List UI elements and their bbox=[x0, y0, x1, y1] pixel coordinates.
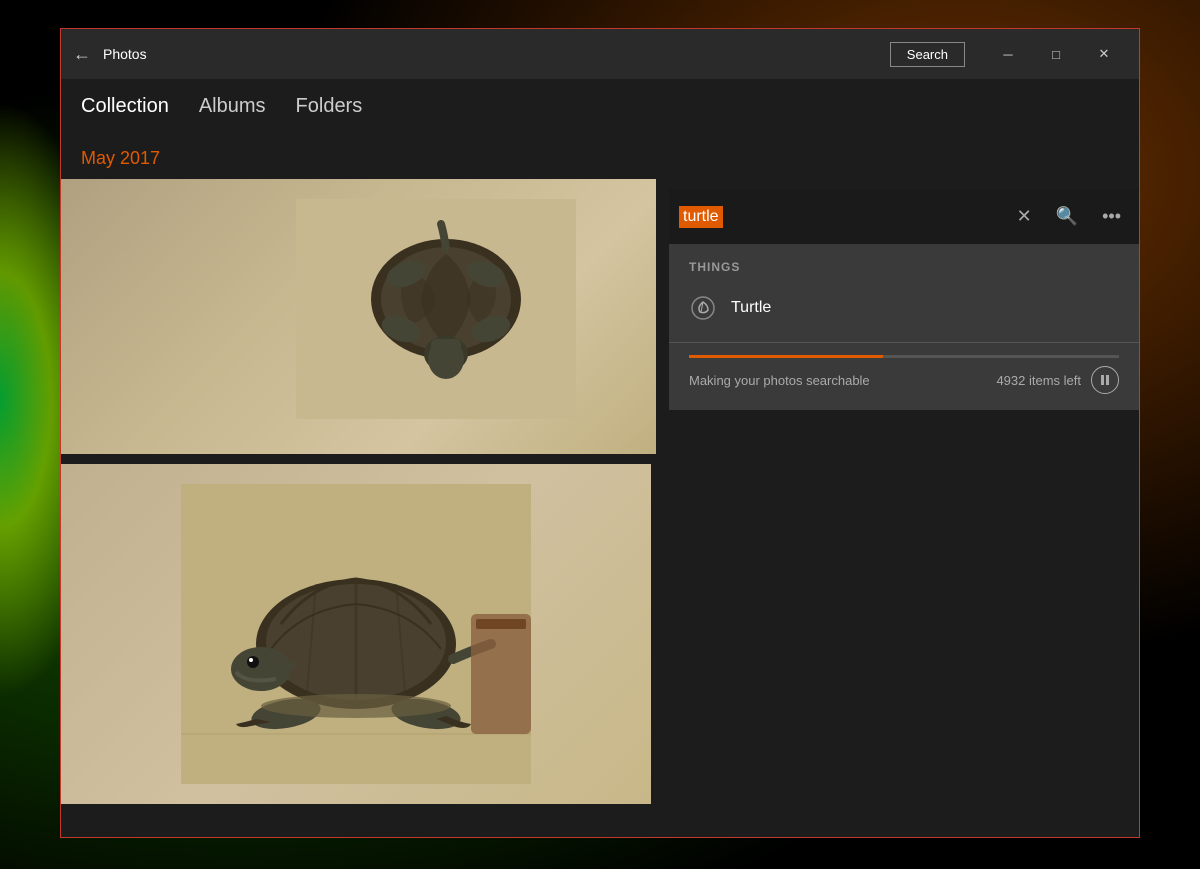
search-icon[interactable]: 🔍 bbox=[1048, 202, 1086, 231]
main-content: May 2017 bbox=[61, 134, 1139, 837]
photos-window: ← Photos Search ─ □ ✕ Collection Albums … bbox=[60, 28, 1140, 838]
search-section-things: THINGS bbox=[669, 260, 1139, 284]
search-bar: turtle ✕ 🔍 ••• bbox=[669, 189, 1139, 244]
pause-button[interactable] bbox=[1091, 366, 1119, 394]
close-button[interactable]: ✕ bbox=[1081, 38, 1127, 70]
nav-folders[interactable]: Folders bbox=[296, 87, 363, 126]
maximize-button[interactable]: □ bbox=[1033, 38, 1079, 70]
desktop-background: ← Photos Search ─ □ ✕ Collection Albums … bbox=[0, 0, 1200, 869]
search-button[interactable]: Search bbox=[890, 42, 965, 67]
date-label: May 2017 bbox=[61, 134, 1139, 177]
turtle-thing-icon bbox=[689, 294, 717, 322]
turtle-illustration-1 bbox=[296, 199, 576, 419]
pause-icon bbox=[1101, 375, 1109, 385]
search-input-wrap: turtle bbox=[679, 206, 1001, 228]
turtle-suggestion-label[interactable]: Turtle bbox=[731, 299, 771, 317]
progress-count: 4932 items left bbox=[996, 373, 1081, 388]
progress-bar-wrap bbox=[669, 347, 1139, 362]
photo-image-1 bbox=[61, 179, 656, 454]
more-options-icon[interactable]: ••• bbox=[1094, 202, 1129, 231]
search-clear-button[interactable]: ✕ bbox=[1009, 202, 1040, 231]
photo-2[interactable] bbox=[61, 464, 651, 804]
titlebar: ← Photos Search ─ □ ✕ bbox=[61, 29, 1139, 79]
search-query-highlight[interactable]: turtle bbox=[679, 206, 723, 228]
window-title: Photos bbox=[103, 46, 890, 62]
photo-image-2 bbox=[61, 464, 651, 804]
progress-track bbox=[689, 355, 1119, 358]
thing-icon-svg bbox=[690, 295, 716, 321]
turtle-illustration-2 bbox=[181, 484, 531, 784]
nav-bar: Collection Albums Folders bbox=[61, 79, 1139, 134]
nav-albums[interactable]: Albums bbox=[199, 87, 266, 126]
search-progress-area: Making your photos searchable 4932 items… bbox=[669, 343, 1139, 410]
search-container: turtle ✕ 🔍 ••• THINGS bbox=[669, 189, 1139, 410]
progress-text: Making your photos searchable bbox=[689, 373, 986, 388]
search-suggestion-turtle[interactable]: Turtle bbox=[669, 284, 1139, 332]
photo-1[interactable] bbox=[61, 179, 656, 454]
progress-info: Making your photos searchable 4932 items… bbox=[669, 362, 1139, 398]
search-dropdown: THINGS Turtle bbox=[669, 244, 1139, 410]
minimize-button[interactable]: ─ bbox=[985, 38, 1031, 70]
progress-fill bbox=[689, 355, 883, 358]
nav-collection[interactable]: Collection bbox=[81, 87, 169, 126]
back-button[interactable]: ← bbox=[73, 44, 91, 65]
window-controls: ─ □ ✕ bbox=[985, 38, 1127, 70]
